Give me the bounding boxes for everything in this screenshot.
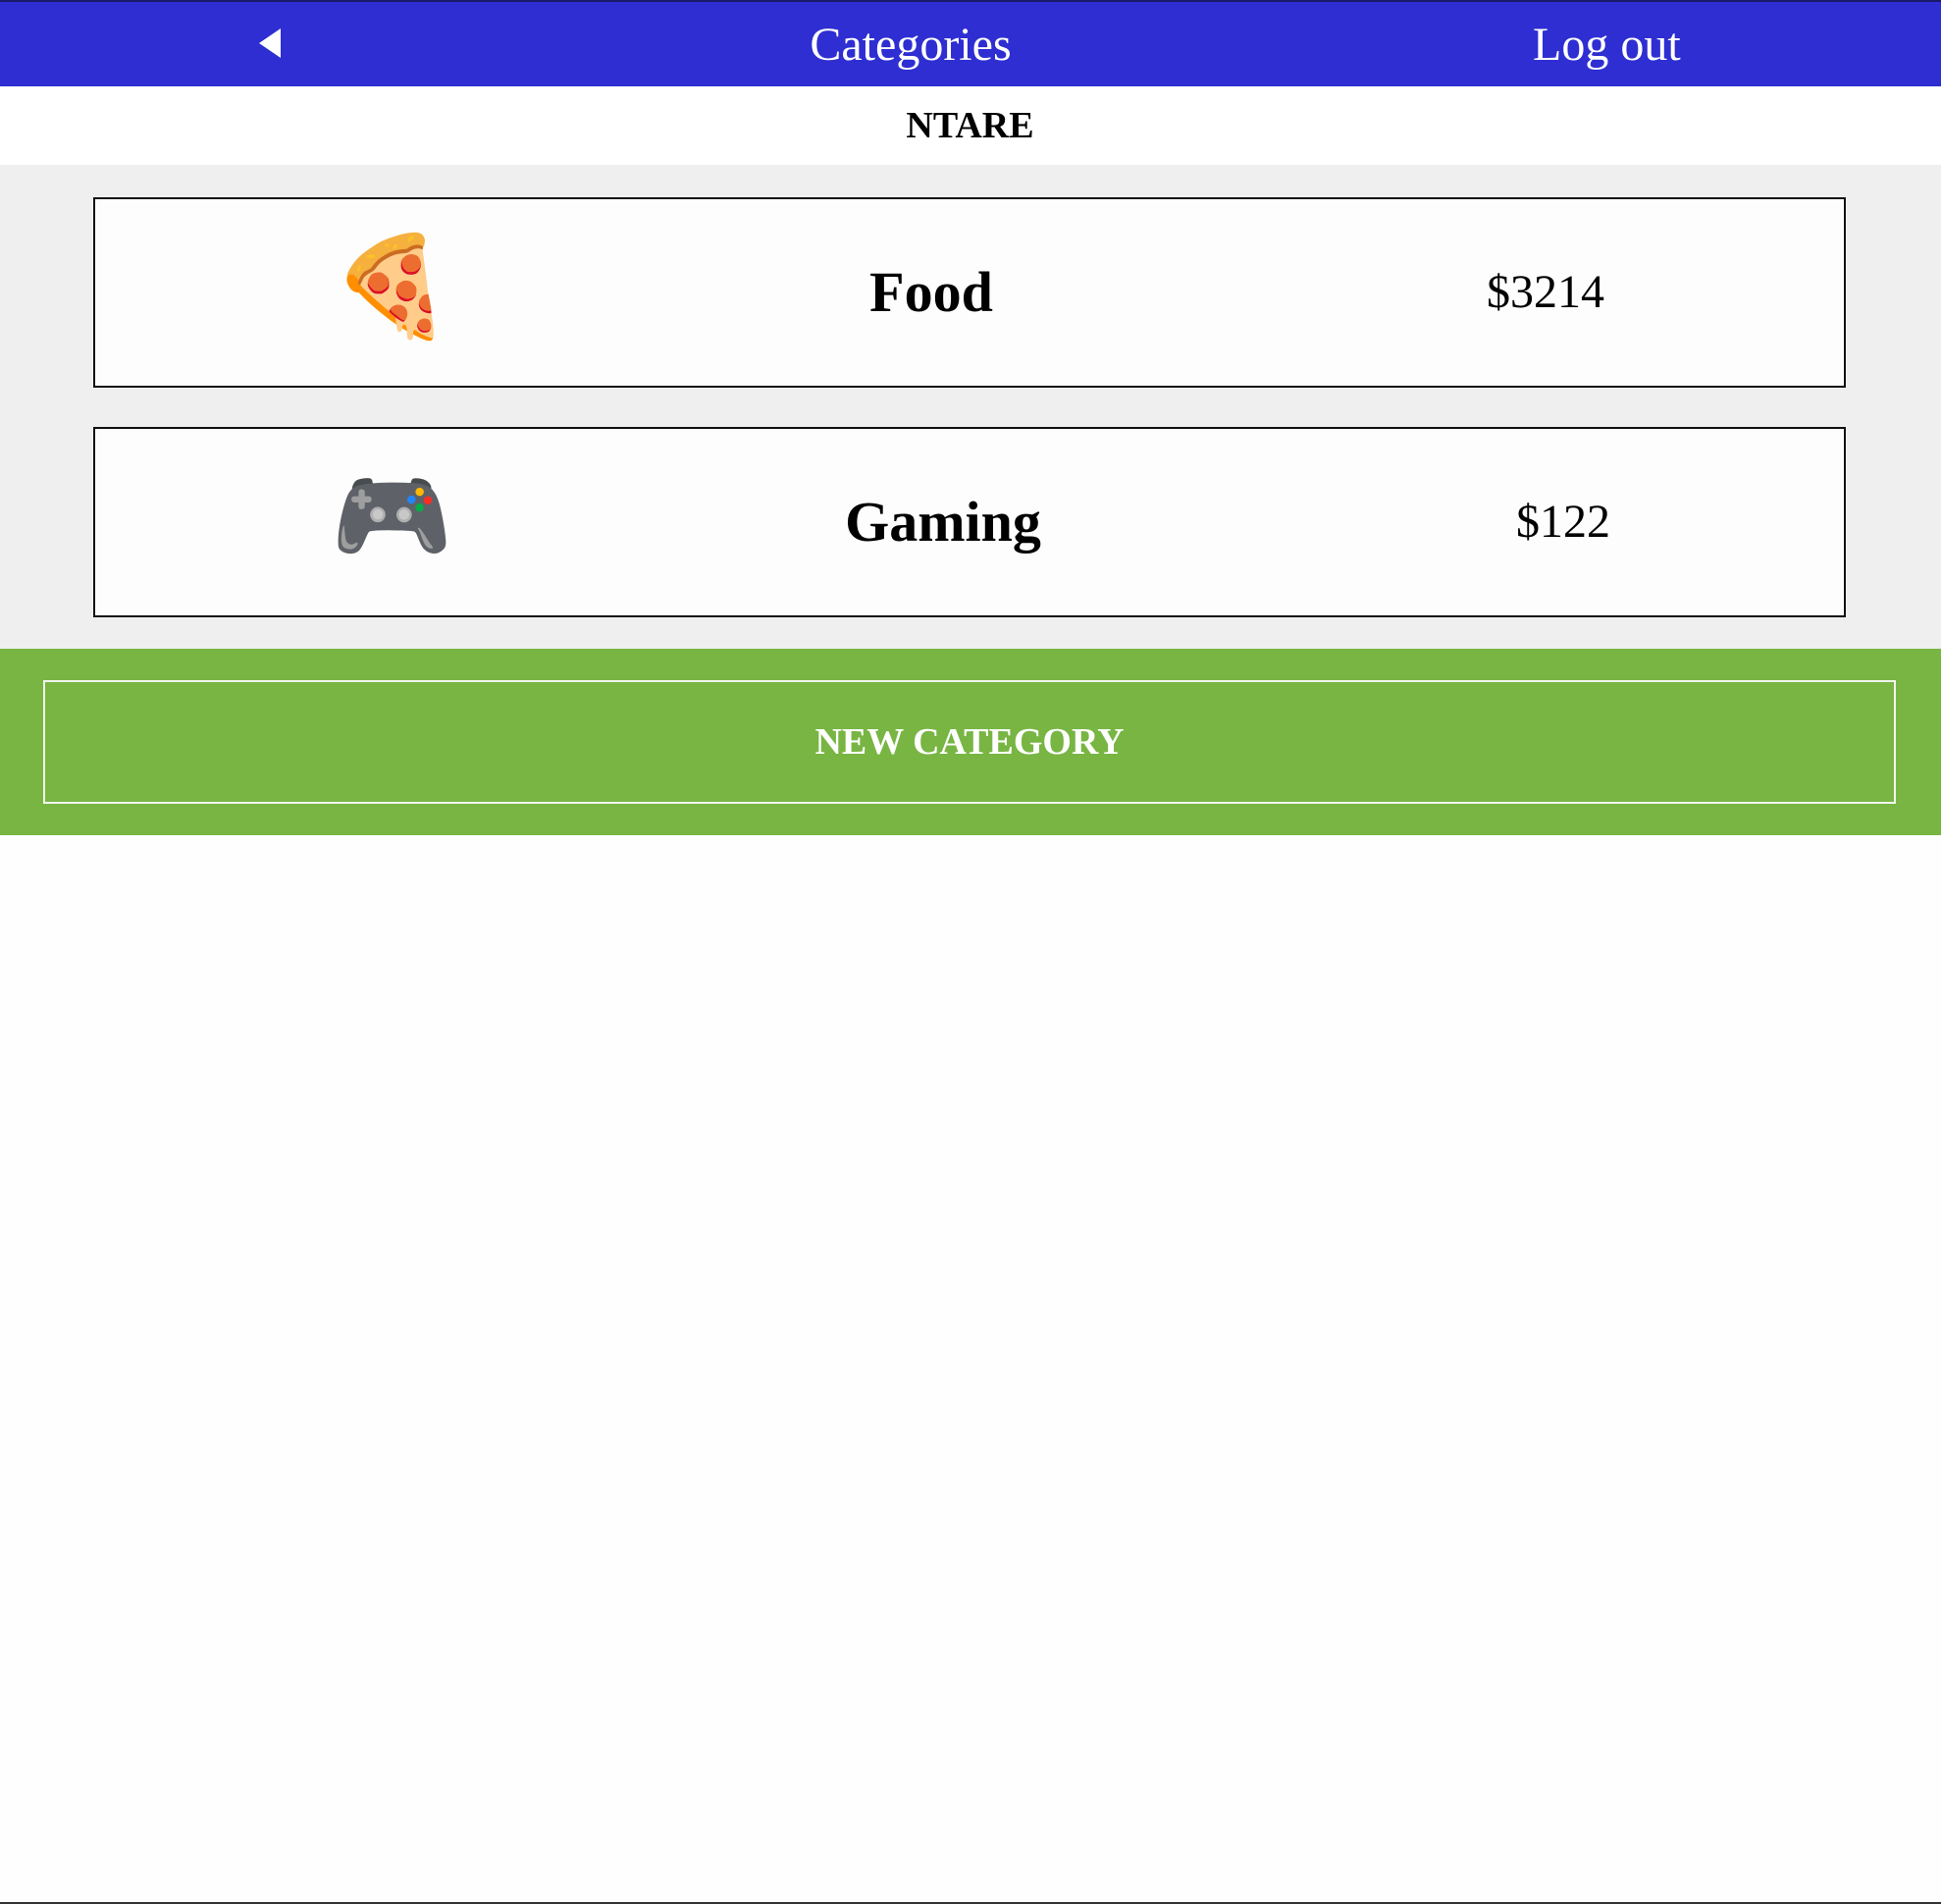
user-name: NTARE — [906, 105, 1034, 146]
top-navbar: Categories Log out — [0, 0, 1941, 86]
category-card-gaming[interactable]: 🎮 Gaming $122 — [93, 427, 1846, 617]
category-amount: $3214 — [1487, 266, 1604, 318]
logout-link[interactable]: Log out — [1533, 16, 1681, 75]
action-bar: NEW CATEGORY — [0, 649, 1941, 835]
category-name: Gaming — [845, 490, 1041, 554]
category-name: Food — [869, 260, 993, 324]
pizza-icon: 🍕 — [331, 233, 453, 342]
category-list: 🍕 Food $3214 🎮 Gaming $122 — [0, 165, 1941, 649]
new-category-button[interactable]: NEW CATEGORY — [43, 680, 1896, 804]
category-amount: $122 — [1516, 496, 1610, 548]
user-header: NTARE — [0, 86, 1941, 165]
category-card-food[interactable]: 🍕 Food $3214 — [93, 197, 1846, 388]
game-controller-icon: 🎮 — [331, 462, 453, 571]
